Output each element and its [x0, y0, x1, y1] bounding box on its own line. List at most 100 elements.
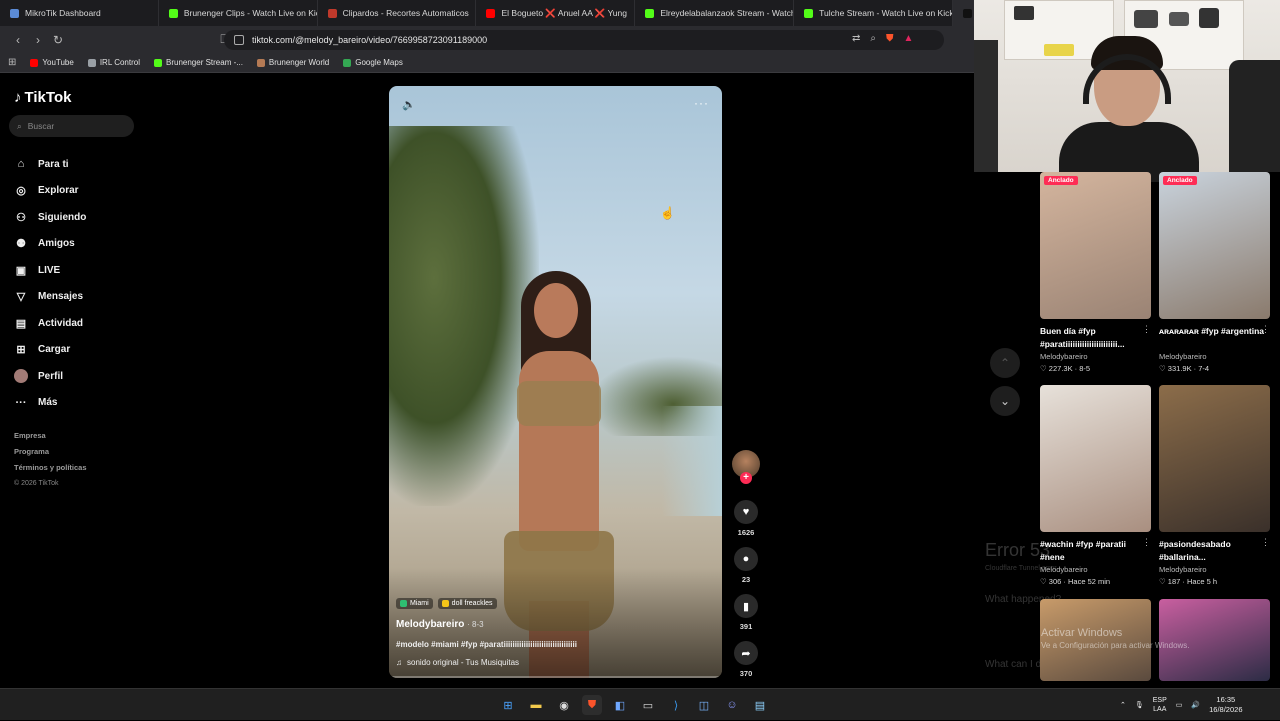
profile-video-card[interactable]: #wachin #fyp #paratii #nene Melodybareiro… — [1040, 385, 1151, 586]
start-icon[interactable]: ⊞ — [498, 695, 518, 715]
vscode-icon[interactable]: ⟩ — [666, 695, 686, 715]
save-count: 391 — [739, 622, 753, 631]
pinned-badge: Anclado — [1044, 176, 1078, 185]
back-icon[interactable]: ‹ — [8, 33, 28, 47]
more-options-icon[interactable]: ··· — [694, 96, 709, 110]
card-more-icon[interactable]: ⋮ — [1261, 324, 1270, 335]
bookmark-label: YouTube — [42, 58, 74, 67]
nav-item[interactable]: ◎ Explorar — [14, 178, 86, 205]
video-thumbnail[interactable] — [1040, 385, 1151, 532]
language-indicator[interactable]: ESP LAA — [1153, 696, 1167, 714]
video-thumbnail[interactable]: Anclado — [1040, 172, 1151, 319]
previous-video-button[interactable]: ⌃ — [990, 348, 1020, 378]
upload-icon: ⊞ — [16, 344, 26, 357]
terminal-icon[interactable]: ▭ — [638, 695, 658, 715]
reload-icon[interactable]: ↻ — [48, 33, 68, 47]
speaker-icon[interactable]: 🔊 — [1191, 701, 1200, 709]
footer-link[interactable]: Programa — [14, 444, 87, 460]
bookmark-item[interactable]: IRL Control — [87, 58, 140, 67]
bookmark-item[interactable]: Brunenger Stream -... — [154, 58, 243, 67]
activity-icon: ▤ — [15, 317, 27, 330]
browser-tab[interactable]: Elreydelabalanzaok Stream - Watch — [635, 0, 795, 26]
share-icon[interactable]: ➦ — [734, 641, 758, 665]
browser-tab[interactable]: Tulche Stream - Watch Live on Kick — [794, 0, 953, 26]
volume-icon[interactable]: 🔈 — [402, 98, 416, 111]
video-thumbnail[interactable] — [1159, 385, 1270, 532]
brave-browser-icon[interactable]: ⛊ — [582, 695, 602, 715]
like-action[interactable]: ♥ 1626 — [734, 500, 758, 537]
video-player[interactable]: 🔈 ··· Miami doll freackles Melodybareiro … — [389, 86, 722, 678]
share-action[interactable]: ➦ 370 — [734, 641, 758, 678]
save-action[interactable]: ▮ 391 — [734, 594, 758, 631]
browser-tab[interactable]: Brunenger Clips - Watch Live on Kick — [159, 0, 318, 26]
tray-chevron-icon[interactable]: ⌃ — [1120, 701, 1126, 709]
nav-item[interactable]: ▣ LIVE — [14, 257, 86, 284]
forward-icon[interactable]: › — [28, 33, 48, 47]
search-placeholder: Buscar — [27, 121, 55, 131]
obs-icon[interactable]: ◉ — [554, 695, 574, 715]
video-sound[interactable]: ♫ sonido original - Tus Musiquitas — [396, 658, 519, 667]
comment-icon[interactable]: ● — [734, 547, 758, 571]
system-tray: ⌃ 🎙 ESP LAA ▭ 🔊 16:35 16/8/2026 — [1120, 689, 1243, 721]
bookmark-save-icon[interactable]: ▮ — [734, 594, 758, 618]
nav-item[interactable]: ··· Más — [14, 390, 86, 417]
nav-label: Cargar — [38, 344, 71, 356]
nav-item[interactable]: ⚉ Amigos — [14, 231, 86, 258]
video-tag[interactable]: Miami — [396, 598, 433, 609]
card-more-icon[interactable]: ⋮ — [1142, 324, 1151, 335]
profile-video-card[interactable]: Anclado ᴀʀᴀʀᴀʀᴀʀ #fyp #argentina Melodybar… — [1159, 172, 1270, 373]
winbox-icon[interactable]: ◧ — [610, 695, 630, 715]
brave-rewards-icon[interactable]: ▲ — [904, 33, 914, 44]
site-info-icon[interactable] — [234, 35, 244, 45]
bookmark-item[interactable]: Google Maps — [343, 58, 403, 67]
bookmark-favicon-icon — [154, 58, 162, 67]
clock[interactable]: 16:35 16/8/2026 — [1209, 695, 1242, 715]
footer-link[interactable]: Términos y políticas — [14, 460, 87, 476]
notepad-icon[interactable]: ▤ — [750, 695, 770, 715]
tiktok-logo[interactable]: ♪ TikTok — [14, 89, 71, 106]
bookmark-item[interactable]: YouTube — [30, 58, 74, 67]
search-input[interactable]: ⌕ Buscar — [9, 115, 134, 137]
video-description[interactable]: #modelo #miami #fyp #paratiiiiiiiiiiiiii… — [396, 640, 577, 649]
video-author-name[interactable]: Melodybareiro — [396, 619, 464, 630]
windows-taskbar: ⊞ ▬ ◉ ⛊ ◧ ▭ ⟩ ◫ ☺ ▤ ⌃ 🎙 ESP LAA ▭ 🔊 16:3… — [0, 688, 1280, 720]
nav-item[interactable]: ⊞ Cargar — [14, 337, 86, 364]
next-video-button[interactable]: ⌄ — [990, 386, 1020, 416]
microphone-icon[interactable]: 🎙 — [1135, 701, 1144, 709]
file-explorer-icon[interactable]: ▬ — [526, 695, 546, 715]
nav-item[interactable]: ⌂ Para ti — [14, 151, 86, 178]
url-bar[interactable]: tiktok.com/@melody_bareiro/video/7669958… — [224, 30, 944, 50]
card-more-icon[interactable]: ⋮ — [1261, 537, 1270, 548]
chevron-down-icon: ⌄ — [999, 394, 1011, 408]
discord-icon[interactable]: ☺ — [722, 695, 742, 715]
network-icon[interactable]: ▭ — [1176, 701, 1183, 709]
brave-shield-icon[interactable]: ⛊ — [886, 33, 894, 44]
video-date: · 8-3 — [467, 620, 484, 629]
tag-icon — [441, 600, 449, 607]
nav-item[interactable]: ▤ Actividad — [14, 310, 86, 337]
translate-icon[interactable]: ⇄ — [852, 33, 860, 44]
comment-action[interactable]: ● 23 — [734, 547, 758, 584]
nav-item[interactable]: Perfil — [14, 363, 86, 390]
nav-item[interactable]: ▽ Mensajes — [14, 284, 86, 311]
profile-video-card[interactable]: #pasiondesabado #ballarina... Melodybarei… — [1159, 385, 1270, 586]
heart-icon[interactable]: ♥ — [734, 500, 758, 524]
live-icon: ▣ — [15, 264, 27, 277]
video-tag[interactable]: doll freackles — [437, 598, 497, 609]
video-progress-bar[interactable] — [389, 676, 722, 678]
nav-item[interactable]: ⚇ Siguiendo — [14, 204, 86, 231]
follow-plus-icon[interactable]: + — [740, 472, 752, 484]
video-thumbnail[interactable]: Anclado — [1159, 172, 1270, 319]
profile-video-card[interactable]: Anclado Buen día #fyp #paratiiiiiiiiiiiii… — [1040, 172, 1151, 373]
browser-tab[interactable]: d — [952, 0, 974, 26]
bookmark-item[interactable]: Brunenger World — [256, 58, 329, 67]
browser-tab[interactable]: Clipardos - Recortes Automaticos — [318, 0, 477, 26]
card-more-icon[interactable]: ⋮ — [1142, 537, 1151, 548]
browser-tab[interactable]: El Bogueto ❌ Anuel AA ❌ Yung — [476, 0, 636, 26]
footer-link[interactable]: Empresa — [14, 428, 87, 444]
zoom-icon[interactable]: ⌕ — [870, 33, 876, 44]
video-author[interactable]: Melodybareiro · 8-3 — [396, 619, 484, 630]
app-icon[interactable]: ◫ — [694, 695, 714, 715]
browser-tab[interactable]: MikroTik Dashboard — [0, 0, 159, 26]
apps-grid-icon[interactable]: ⊞ — [8, 57, 16, 68]
